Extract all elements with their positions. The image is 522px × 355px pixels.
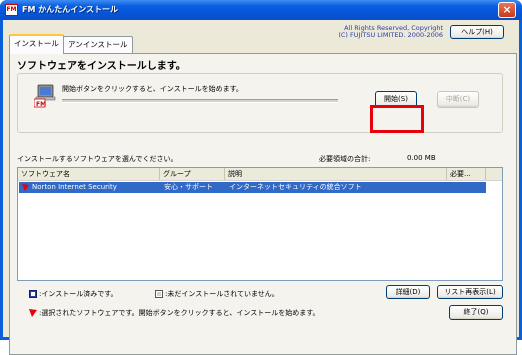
legend-not-installed: :未だインストールされていません。	[165, 290, 279, 298]
page-heading: ソフトウェアをインストールします。	[17, 61, 186, 72]
total-size-value: 0.00 MB	[407, 154, 436, 162]
column-header-group[interactable]: グループ	[160, 168, 225, 180]
cancel-button[interactable]: 中断(C)	[437, 91, 479, 108]
copyright-text: All Rights Reserved, Copyright (C) FUJIT…	[313, 25, 443, 39]
column-header-size[interactable]: 必要...	[447, 168, 486, 180]
list-header: ソフトウェア名 グループ 説明 必要...	[18, 168, 502, 181]
cell-group: 安心・サポート	[164, 183, 213, 191]
close-button[interactable]: ×	[498, 2, 516, 18]
client-area: All Rights Reserved, Copyright (C) FUJIT…	[3, 20, 519, 355]
legend-installed: :インストール済みです。	[39, 290, 118, 298]
window-title: FM かんたんインストール	[22, 5, 119, 14]
finish-button[interactable]: 終了(Q)	[449, 305, 503, 320]
installed-status-icon	[29, 290, 37, 298]
legend-selected: :選択されたソフトウェアです。開始ボタンをクリックすると、インストールを始めます…	[39, 309, 320, 317]
column-header-name[interactable]: ソフトウェア名	[18, 168, 160, 180]
progress-bar	[62, 99, 338, 103]
table-row[interactable]: Norton Internet Security 安心・サポート インターネット…	[19, 182, 486, 193]
progress-group: FM 開始ボタンをクリックすると、インストールを始めます。 開始(S) 中断(C…	[17, 73, 503, 133]
selected-check-icon[interactable]	[21, 183, 30, 192]
cell-name: Norton Internet Security	[32, 183, 117, 191]
tab-uninstall[interactable]: アンインストール	[63, 36, 133, 53]
detail-button[interactable]: 詳細(D)	[386, 285, 430, 299]
tab-install[interactable]: インストール	[9, 34, 64, 54]
title-bar[interactable]: FM FM かんたんインストール ×	[0, 0, 522, 20]
selected-status-icon	[29, 309, 37, 317]
cell-description: インターネットセキュリティの統合ソフト	[229, 183, 362, 191]
list-redisplay-button[interactable]: リスト再表示(L)	[437, 285, 503, 299]
install-app-icon: FM	[34, 84, 56, 108]
app-window: FM FM かんたんインストール × All Rights Reserved, …	[0, 0, 522, 355]
help-button[interactable]: ヘルプ(H)	[450, 25, 504, 39]
svg-text:FM: FM	[36, 101, 46, 108]
total-size-label: 必要領域の合計:	[319, 155, 371, 163]
not-installed-status-icon	[155, 290, 163, 298]
select-software-label: インストールするソフトウェアを選んでください。	[17, 155, 178, 163]
start-button-highlight	[370, 105, 424, 133]
software-list[interactable]: ソフトウェア名 グループ 説明 必要... Norton Internet Se…	[17, 167, 503, 281]
copyright-line-2: (C) FUJITSU LIMITED. 2000-2006	[338, 31, 443, 39]
progress-message: 開始ボタンをクリックすると、インストールを始めます。	[62, 85, 243, 93]
app-icon: FM	[5, 4, 18, 16]
column-header-description[interactable]: 説明	[225, 168, 447, 180]
